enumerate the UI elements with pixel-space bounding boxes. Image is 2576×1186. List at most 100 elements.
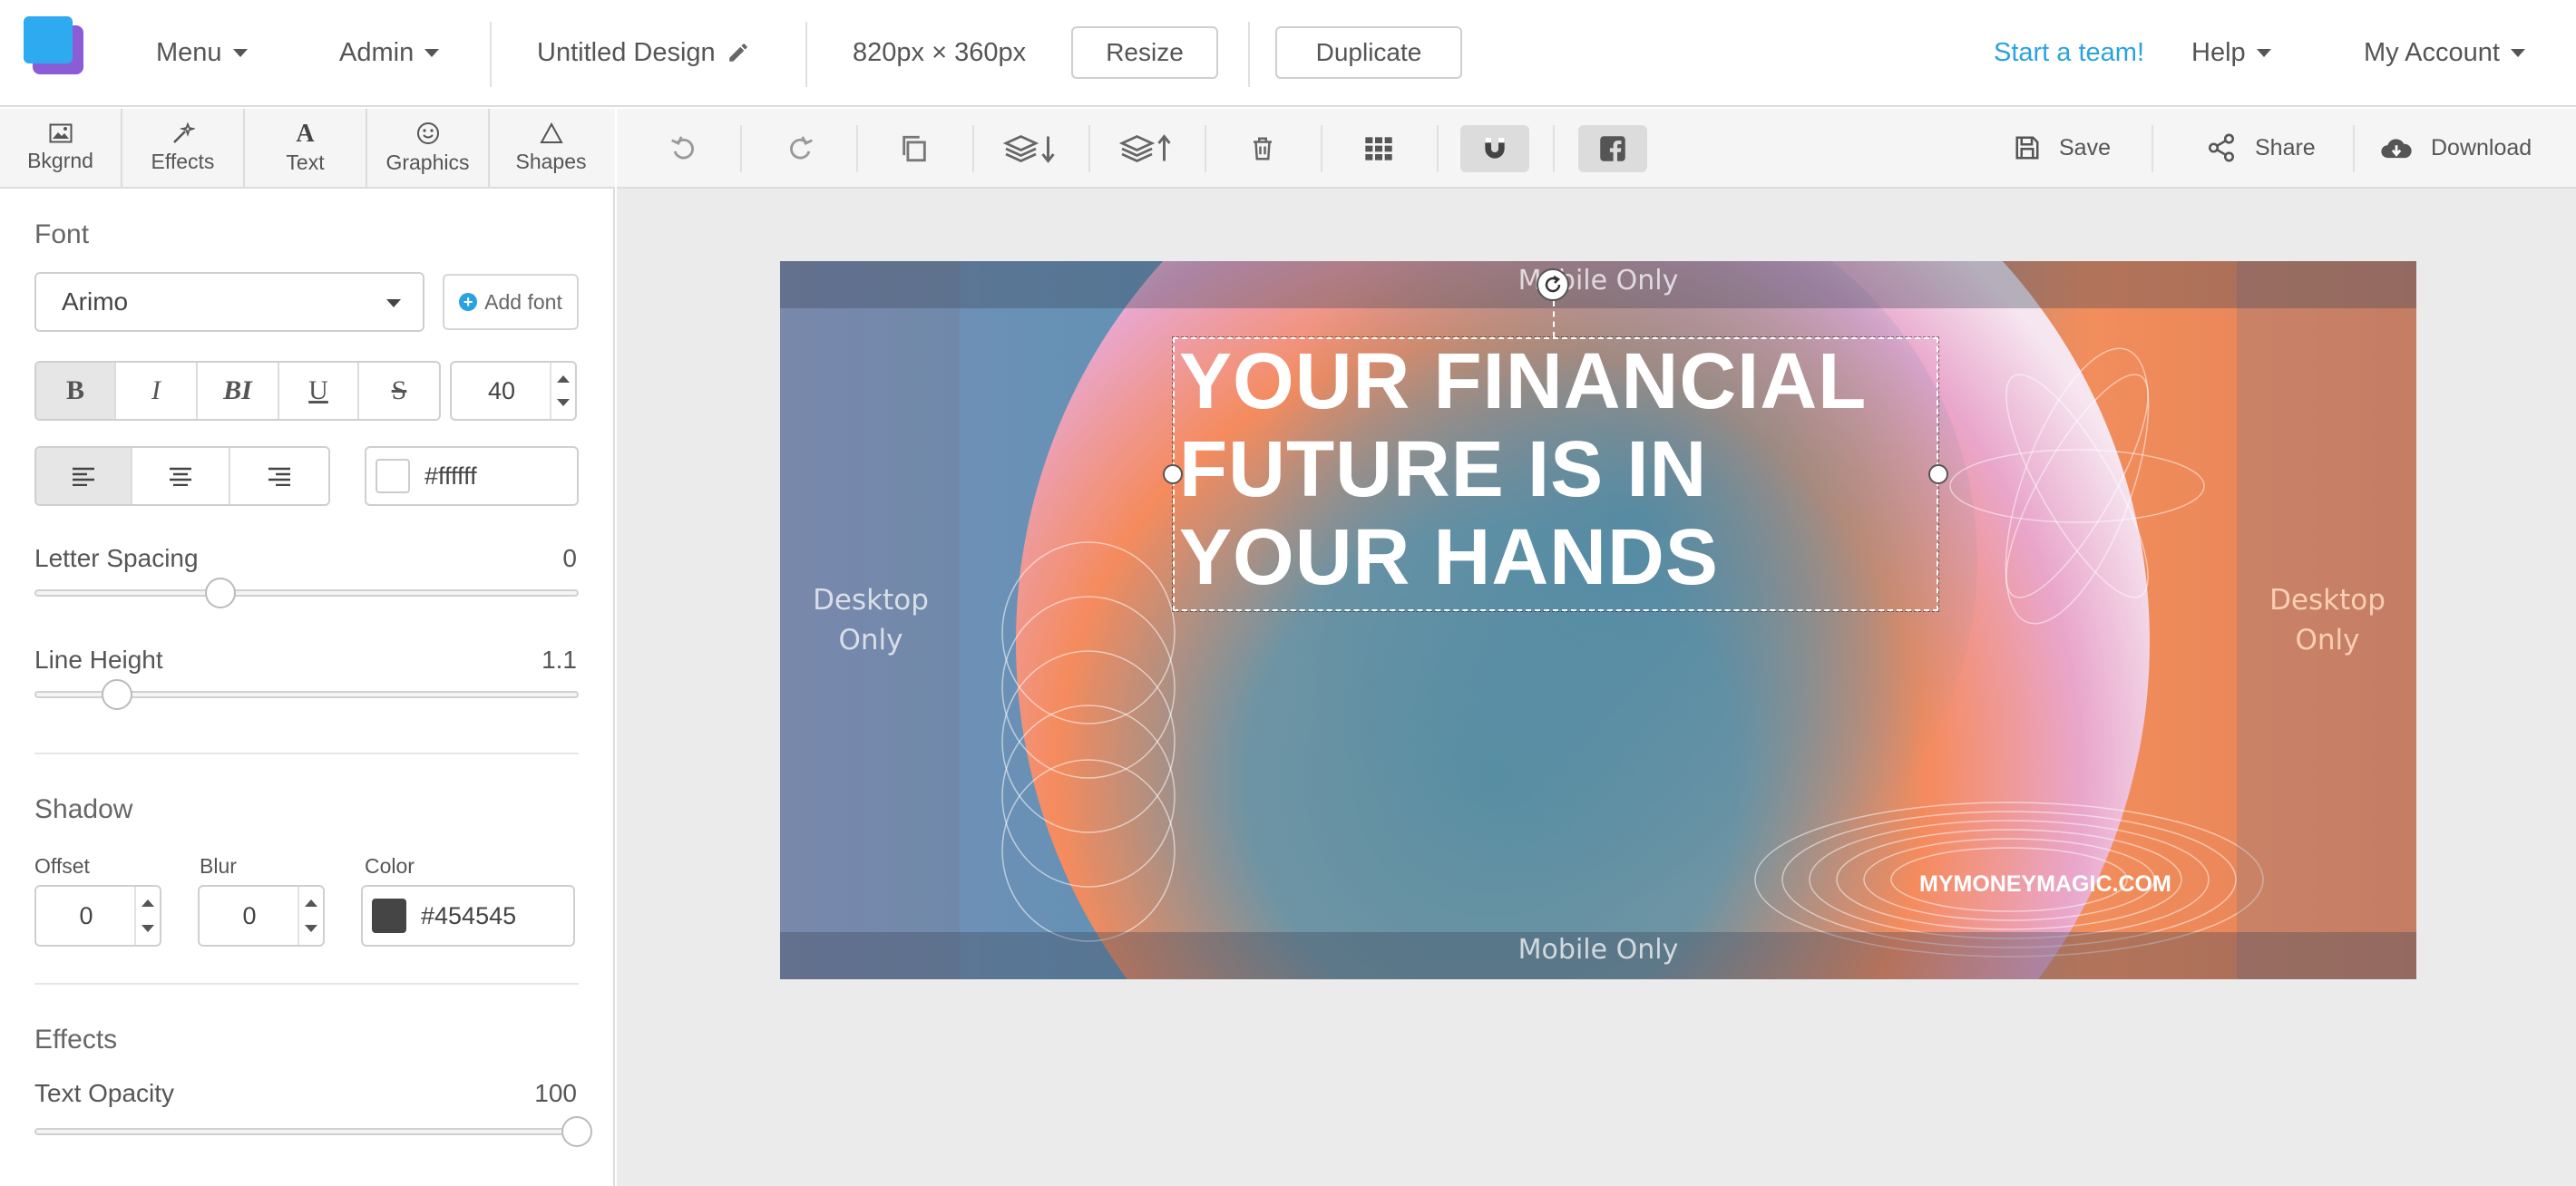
grid-button[interactable] — [1353, 125, 1404, 172]
letter-spacing-slider[interactable] — [34, 578, 579, 608]
rotate-connector — [1553, 301, 1555, 337]
align-center-button[interactable] — [132, 448, 230, 504]
font-size-value: 40 — [487, 376, 516, 404]
help-label: Help — [2191, 37, 2246, 67]
blur-value: 0 — [242, 901, 257, 929]
image-icon — [49, 123, 72, 142]
underline-button[interactable]: U — [279, 363, 359, 419]
save-button[interactable]: Save — [2014, 109, 2111, 187]
design-title[interactable]: Untitled Design — [537, 0, 750, 105]
resize-handle-left[interactable] — [1163, 464, 1183, 484]
resize-handle-right[interactable] — [1928, 464, 1948, 484]
font-size-stepper[interactable]: 40 — [450, 361, 577, 421]
delete-button[interactable] — [1237, 125, 1288, 172]
layer-up-icon — [1119, 134, 1171, 162]
copy-button[interactable] — [889, 125, 940, 172]
tab-text[interactable]: A Text — [245, 109, 367, 187]
smiley-icon — [416, 122, 439, 144]
line-height-slider[interactable] — [34, 679, 579, 710]
stepper-arrows[interactable] — [550, 363, 575, 419]
brand-url-text[interactable]: MYMONEYMAGIC.COM — [1919, 871, 2171, 898]
tab-effects[interactable]: Effects — [122, 109, 245, 187]
font-select[interactable]: Arimo — [34, 272, 424, 332]
blur-label: Blur — [200, 854, 237, 878]
cloud-download-icon — [2381, 139, 2412, 159]
line-height-value: 1.1 — [542, 646, 577, 674]
align-right-icon — [268, 467, 290, 486]
align-center-icon — [170, 467, 191, 486]
design-dimensions: 820px × 360px — [853, 37, 1027, 67]
divider — [490, 22, 492, 87]
duplicate-button[interactable]: Duplicate — [1275, 26, 1462, 79]
rotate-handle[interactable] — [1537, 268, 1569, 301]
align-right-button[interactable] — [230, 448, 328, 504]
add-font-button[interactable]: + Add font — [443, 274, 579, 330]
facebook-preview-button[interactable] — [1578, 125, 1647, 172]
menu-dropdown[interactable]: Menu — [156, 0, 248, 105]
shadow-heading: Shadow — [34, 794, 133, 824]
magic-wand-icon — [172, 122, 195, 143]
stepper-arrows[interactable] — [298, 887, 323, 945]
download-button[interactable]: Download — [2380, 109, 2532, 187]
magnet-icon — [1485, 138, 1505, 159]
color-swatch — [372, 899, 406, 933]
bold-italic-button[interactable]: BI — [198, 363, 279, 419]
letter-spacing-value: 0 — [562, 544, 577, 572]
chevron-down-icon — [232, 48, 248, 57]
start-team-link[interactable]: Start a team! — [1994, 0, 2144, 105]
admin-dropdown[interactable]: Admin — [339, 0, 440, 105]
shadow-color-picker[interactable]: #454545 — [361, 885, 575, 947]
selection-frame[interactable] — [1172, 336, 1939, 612]
app-logo[interactable] — [24, 16, 85, 74]
strikethrough-button[interactable]: S — [359, 363, 439, 419]
download-label: Download — [2431, 134, 2532, 160]
share-button[interactable]: Share — [2206, 109, 2316, 187]
tab-label: Graphics — [385, 150, 470, 174]
tab-background[interactable]: Bkgrnd — [0, 109, 122, 187]
send-backward-button[interactable] — [998, 125, 1063, 172]
snap-magnet-button[interactable] — [1460, 125, 1529, 172]
trash-icon — [1254, 137, 1272, 160]
layer-down-icon — [1003, 135, 1055, 163]
tool-tabs: Bkgrnd Effects A Text Graphics Shapes — [0, 109, 615, 189]
letter-spacing-label: Letter Spacing — [34, 544, 199, 572]
save-label: Save — [2059, 134, 2111, 160]
desktop-only-label-right: Desktop Only — [2269, 584, 2386, 656]
top-bar: Menu Admin Untitled Design 820px × 360px… — [0, 0, 2576, 107]
offset-label: Offset — [34, 854, 90, 878]
tab-shapes[interactable]: Shapes — [490, 109, 612, 187]
stepper-arrows[interactable] — [134, 887, 160, 945]
text-opacity-label: Text Opacity — [34, 1079, 175, 1107]
text-opacity-slider[interactable] — [34, 1116, 592, 1147]
text-opacity-value: 100 — [534, 1079, 577, 1107]
redo-button[interactable] — [775, 125, 825, 172]
undo-button[interactable] — [659, 125, 709, 172]
facebook-icon — [1600, 136, 1625, 162]
tab-label: Shapes — [515, 149, 587, 173]
pencil-icon[interactable] — [727, 41, 750, 64]
slider-handle[interactable] — [561, 1116, 592, 1147]
slider-handle[interactable] — [204, 578, 236, 608]
tab-graphics[interactable]: Graphics — [367, 109, 490, 187]
offset-value: 0 — [79, 901, 93, 929]
divider — [34, 983, 579, 985]
text-color-picker[interactable]: #ffffff — [365, 446, 579, 506]
menu-label: Menu — [156, 37, 222, 67]
chevron-down-icon — [386, 299, 401, 307]
font-select-value: Arimo — [62, 287, 129, 316]
plus-icon: + — [459, 293, 478, 311]
triangle-icon — [539, 122, 563, 143]
account-dropdown[interactable]: My Account — [2364, 0, 2525, 105]
shadow-offset-stepper[interactable]: 0 — [34, 885, 161, 947]
bring-forward-button[interactable] — [1114, 125, 1179, 172]
shadow-blur-stepper[interactable]: 0 — [198, 885, 325, 947]
resize-button[interactable]: Resize — [1071, 26, 1218, 79]
bold-button[interactable]: B — [36, 363, 116, 419]
admin-label: Admin — [339, 37, 415, 67]
redo-icon — [790, 136, 813, 160]
slider-handle[interactable] — [102, 679, 133, 710]
italic-button[interactable]: I — [116, 363, 198, 419]
align-left-button[interactable] — [36, 448, 132, 504]
help-dropdown[interactable]: Help — [2191, 0, 2271, 105]
shadow-color-value: #454545 — [421, 901, 517, 929]
